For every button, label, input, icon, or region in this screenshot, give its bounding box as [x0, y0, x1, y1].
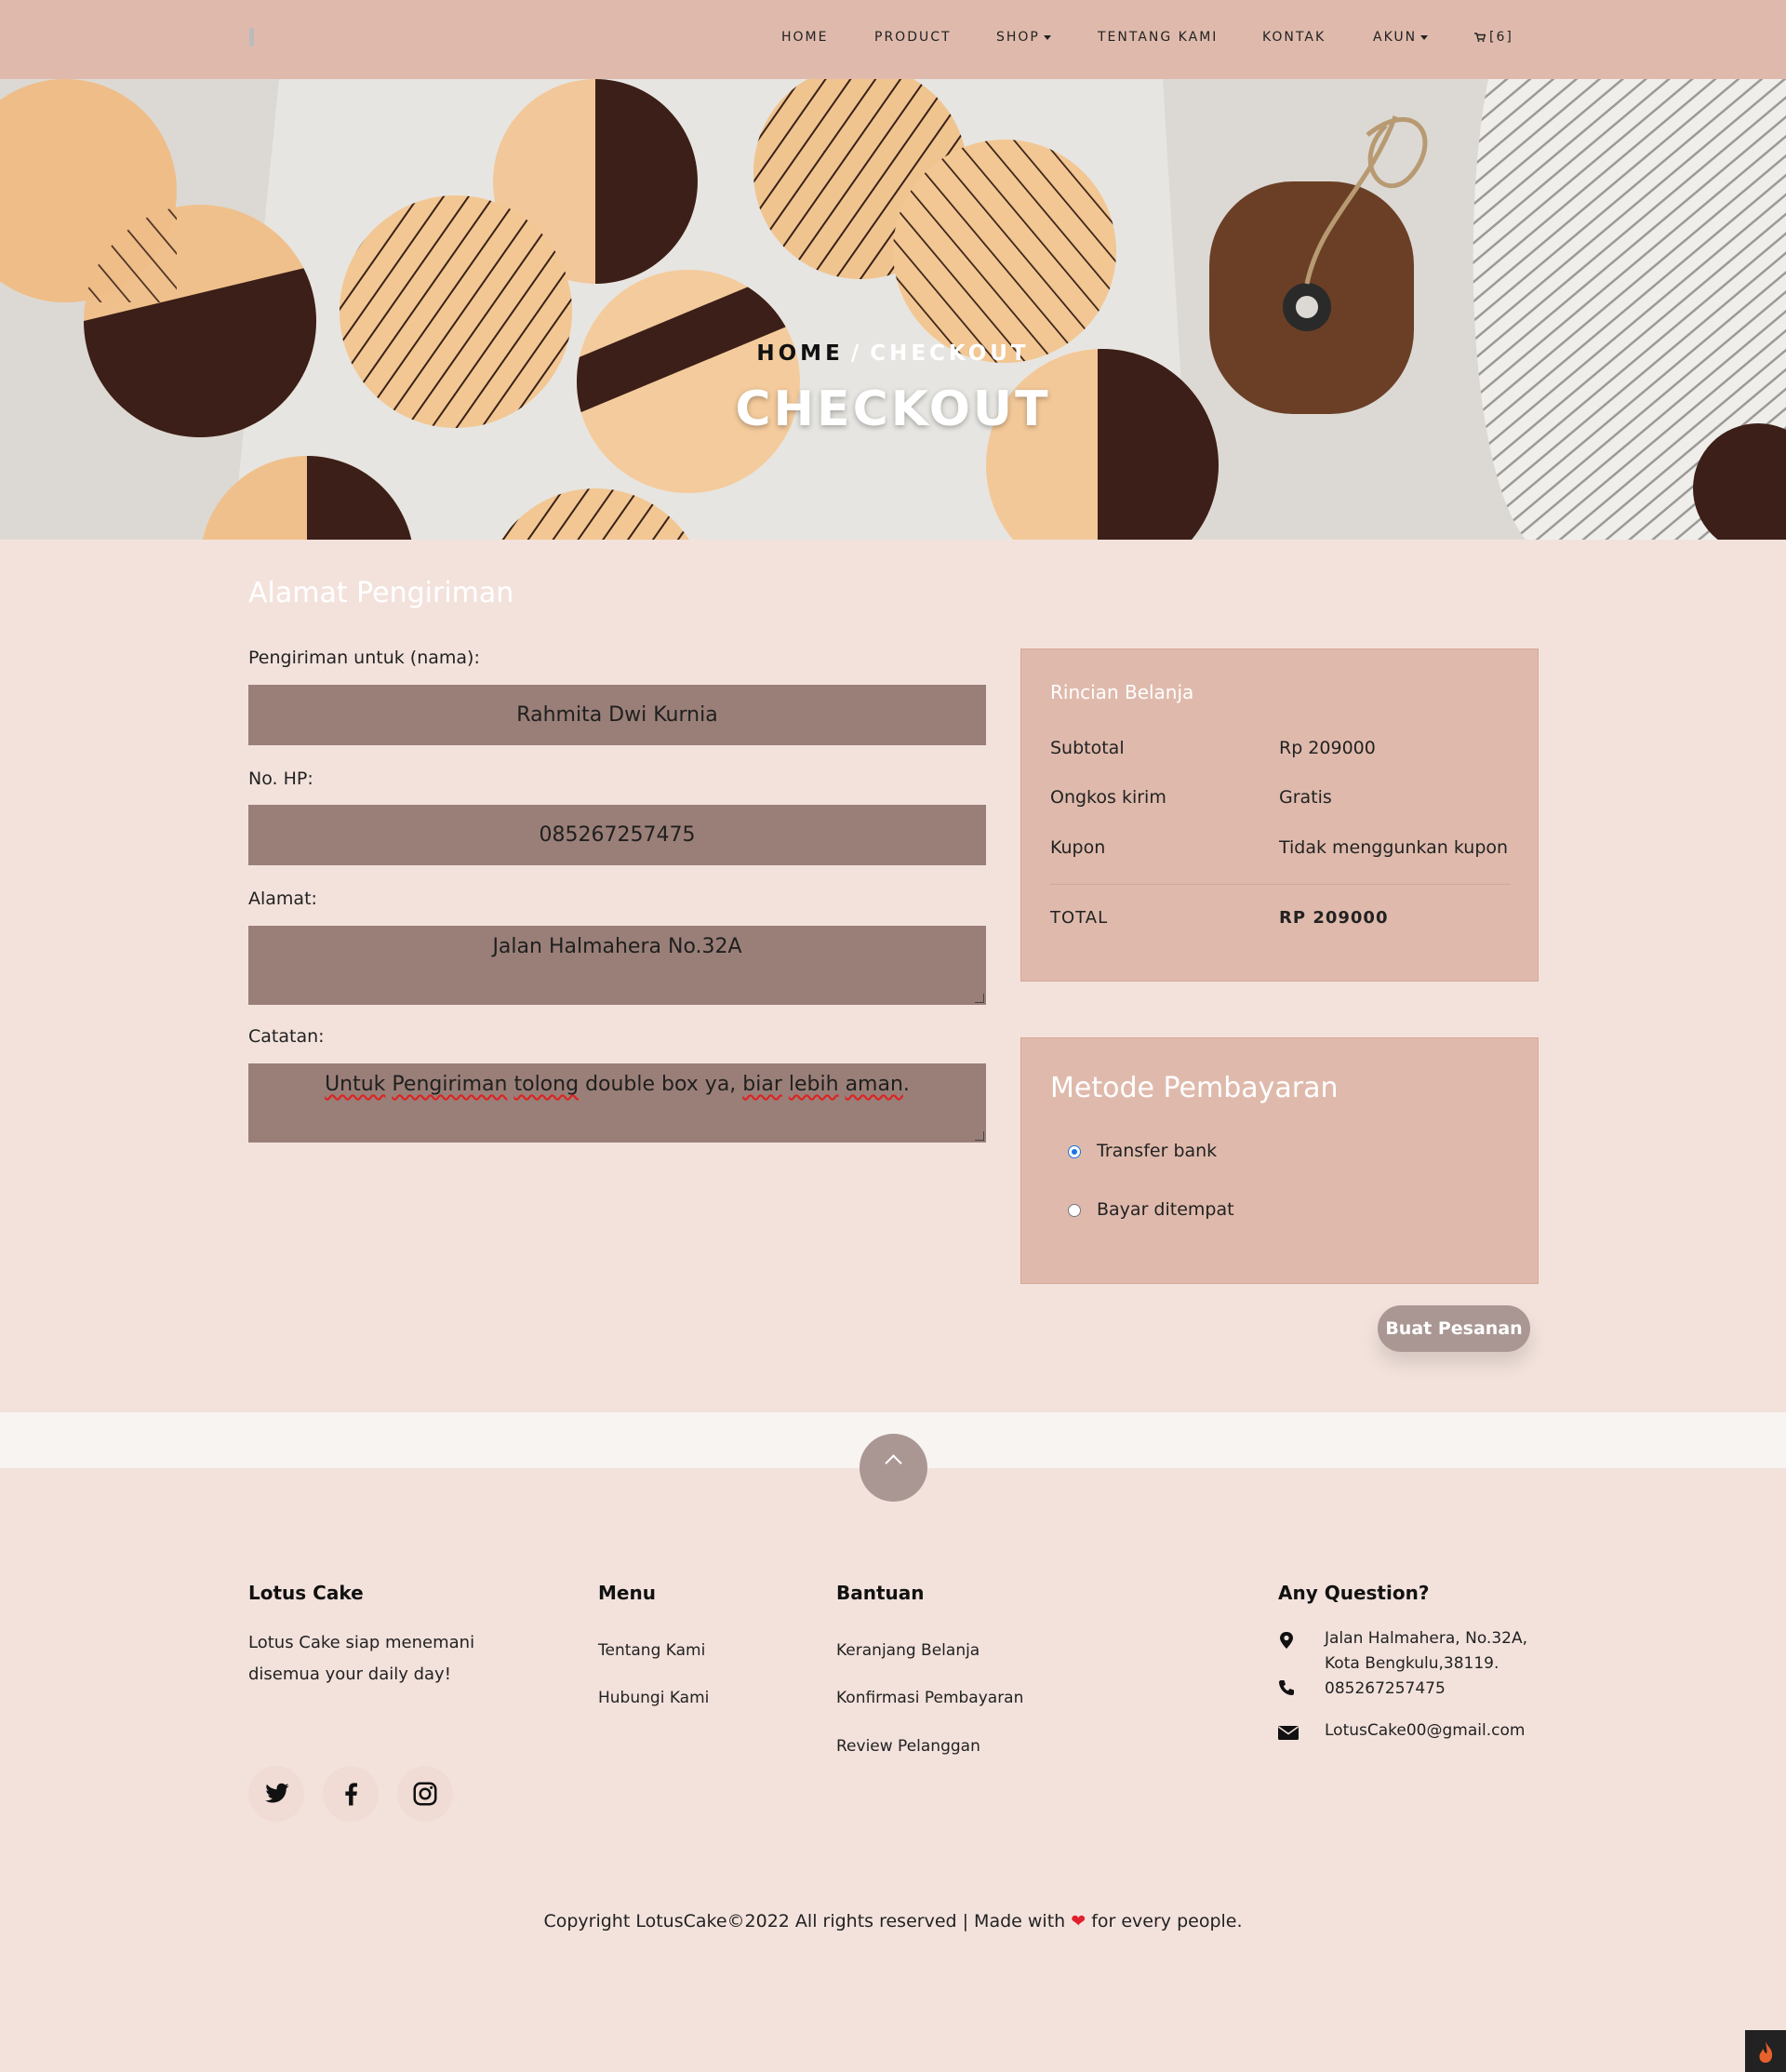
address-text: Jalan Halmahera No.32A: [492, 935, 742, 958]
twitter-button[interactable]: [248, 1766, 304, 1822]
summary-label: Ongkos kirim: [1050, 787, 1166, 808]
summary-value: Gratis: [1279, 787, 1332, 808]
footer-brand-title: Lotus Cake: [248, 1582, 364, 1604]
footer-phone: 085267257475: [1325, 1679, 1446, 1698]
facebook-icon: [345, 1783, 357, 1806]
footer-contact-title: Any Question?: [1278, 1582, 1430, 1604]
copyright: Copyright LotusCake©2022 All rights rese…: [0, 1911, 1786, 1932]
cart-icon: [1474, 33, 1486, 42]
chevron-down-icon: [1043, 34, 1051, 40]
radio-label-transfer-bank[interactable]: Transfer bank: [1097, 1141, 1217, 1161]
nav-tentang-kami[interactable]: TENTANG KAMI: [1098, 30, 1218, 48]
radio-label-bayar-ditempat[interactable]: Bayar ditempat: [1097, 1199, 1234, 1220]
payment-title: Metode Pembayaran: [1050, 1072, 1339, 1104]
footer-brand-line: disemua your daily day!: [248, 1664, 451, 1684]
nav-akun[interactable]: AKUN: [1373, 30, 1429, 48]
hero-banner: HOME / CHECKOUT CHECKOUT: [0, 79, 1786, 540]
notes-word: biar: [742, 1073, 782, 1096]
cart-count: [6]: [1489, 30, 1513, 45]
footer-help-title: Bantuan: [836, 1582, 925, 1604]
summary-row-shipping: Ongkos kirim Gratis: [1050, 787, 1511, 808]
address-textarea[interactable]: Jalan Halmahera No.32A: [248, 926, 986, 1005]
footer-address-line: Kota Bengkulu,38119.: [1325, 1654, 1499, 1673]
footer-menu-title: Menu: [598, 1582, 656, 1604]
name-input[interactable]: Rahmita Dwi Kurnia: [248, 685, 986, 745]
notes-label: Catatan:: [248, 1026, 325, 1047]
summary-value: Tidak menggunkan kupon: [1279, 837, 1509, 858]
summary-row-total: TOTAL RP 209000: [1050, 908, 1511, 928]
copyright-text: Copyright LotusCake©2022 All rights rese…: [543, 1911, 1066, 1932]
instagram-icon: [413, 1782, 437, 1806]
hero-cookies-image: [0, 79, 1786, 540]
nav-shop[interactable]: SHOP: [996, 30, 1051, 48]
summary-label: Subtotal: [1050, 738, 1125, 758]
resize-handle-icon[interactable]: [975, 994, 984, 1003]
breadcrumb-separator: /: [850, 341, 863, 366]
chevron-down-icon: [1420, 34, 1429, 40]
footer-link-hubungi-kami[interactable]: Hubungi Kami: [598, 1689, 709, 1707]
copyright-text-end: for every people.: [1091, 1911, 1243, 1932]
scroll-to-top-button[interactable]: [860, 1434, 927, 1502]
summary-row-subtotal: Subtotal Rp 209000: [1050, 738, 1511, 758]
map-pin-icon: [1280, 1632, 1293, 1649]
footer-brand-line: Lotus Cake siap menemani: [248, 1633, 475, 1652]
footer-link-review[interactable]: Review Pelanggan: [836, 1737, 980, 1756]
notes-word: .: [902, 1073, 910, 1096]
breadcrumb-home[interactable]: HOME: [756, 341, 843, 366]
phone-input[interactable]: 085267257475: [248, 805, 986, 865]
address-label: Alamat:: [248, 889, 317, 909]
breadcrumb: HOME / CHECKOUT: [0, 341, 1786, 366]
nav-shop-label: SHOP: [996, 30, 1040, 45]
phone-label: No. HP:: [248, 769, 313, 789]
notes-word: double box ya,: [585, 1073, 737, 1096]
page-title: CHECKOUT: [735, 381, 1051, 437]
footer-link-konfirmasi[interactable]: Konfirmasi Pembayaran: [836, 1689, 1023, 1707]
notes-word: Pengiriman: [392, 1073, 508, 1096]
radio-bayar-ditempat[interactable]: [1068, 1204, 1081, 1217]
name-label: Pengiriman untuk (nama):: [248, 648, 480, 668]
notes-word: lebih: [788, 1073, 839, 1096]
flame-icon: [1759, 2041, 1773, 2063]
nav-kontak[interactable]: KONTAK: [1262, 30, 1326, 48]
nav-home[interactable]: HOME: [781, 30, 828, 48]
footer-email[interactable]: LotusCake00@gmail.com: [1325, 1718, 1525, 1744]
navbar: HOME PRODUCT SHOP TENTANG KAMI KONTAK AK…: [0, 0, 1786, 79]
summary-label: Kupon: [1050, 837, 1106, 858]
payment-method-panel: Metode Pembayaran Transfer bank Bayar di…: [1020, 1037, 1539, 1284]
shipping-title: Alamat Pengiriman: [248, 577, 514, 609]
nav-cart[interactable]: [6]: [1474, 30, 1513, 48]
notes-word: Untuk: [325, 1073, 386, 1096]
instagram-button[interactable]: [397, 1766, 453, 1822]
facebook-button[interactable]: [323, 1766, 379, 1822]
footer-address: Jalan Halmahera, No.32A, Kota Bengkulu,3…: [1325, 1626, 1527, 1702]
nav-akun-label: AKUN: [1373, 30, 1418, 45]
footer-link-tentang-kami[interactable]: Tentang Kami: [598, 1641, 705, 1660]
resize-handle-icon[interactable]: [975, 1131, 984, 1141]
brand-logo[interactable]: [249, 28, 254, 47]
place-order-button[interactable]: Buat Pesanan: [1378, 1305, 1530, 1352]
notes-word: aman: [845, 1073, 903, 1096]
footer-link-keranjang[interactable]: Keranjang Belanja: [836, 1641, 980, 1660]
notes-textarea[interactable]: Untuk Pengiriman tolong double box ya, b…: [248, 1063, 986, 1143]
radio-transfer-bank[interactable]: [1068, 1145, 1081, 1158]
notes-word: tolong: [513, 1073, 580, 1096]
summary-row-coupon: Kupon Tidak menggunkan kupon: [1050, 837, 1511, 858]
breadcrumb-current: CHECKOUT: [870, 341, 1030, 366]
total-label: TOTAL: [1050, 908, 1109, 928]
order-summary-panel: Rincian Belanja Subtotal Rp 209000 Ongko…: [1020, 648, 1539, 982]
footer-address-line: Jalan Halmahera, No.32A,: [1325, 1629, 1527, 1648]
nav-product[interactable]: PRODUCT: [874, 30, 952, 48]
summary-value: Rp 209000: [1279, 738, 1376, 758]
envelope-icon: [1278, 1726, 1299, 1740]
phone-icon: [1279, 1680, 1294, 1695]
footer-brand-text: Lotus Cake siap menemani disemua your da…: [248, 1627, 474, 1691]
twitter-icon: [265, 1783, 289, 1803]
corner-badge[interactable]: [1745, 2030, 1786, 2072]
summary-title: Rincian Belanja: [1050, 681, 1194, 703]
summary-divider: [1050, 884, 1511, 885]
total-value: RP 209000: [1279, 908, 1389, 928]
heart-icon: ❤: [1071, 1911, 1086, 1932]
